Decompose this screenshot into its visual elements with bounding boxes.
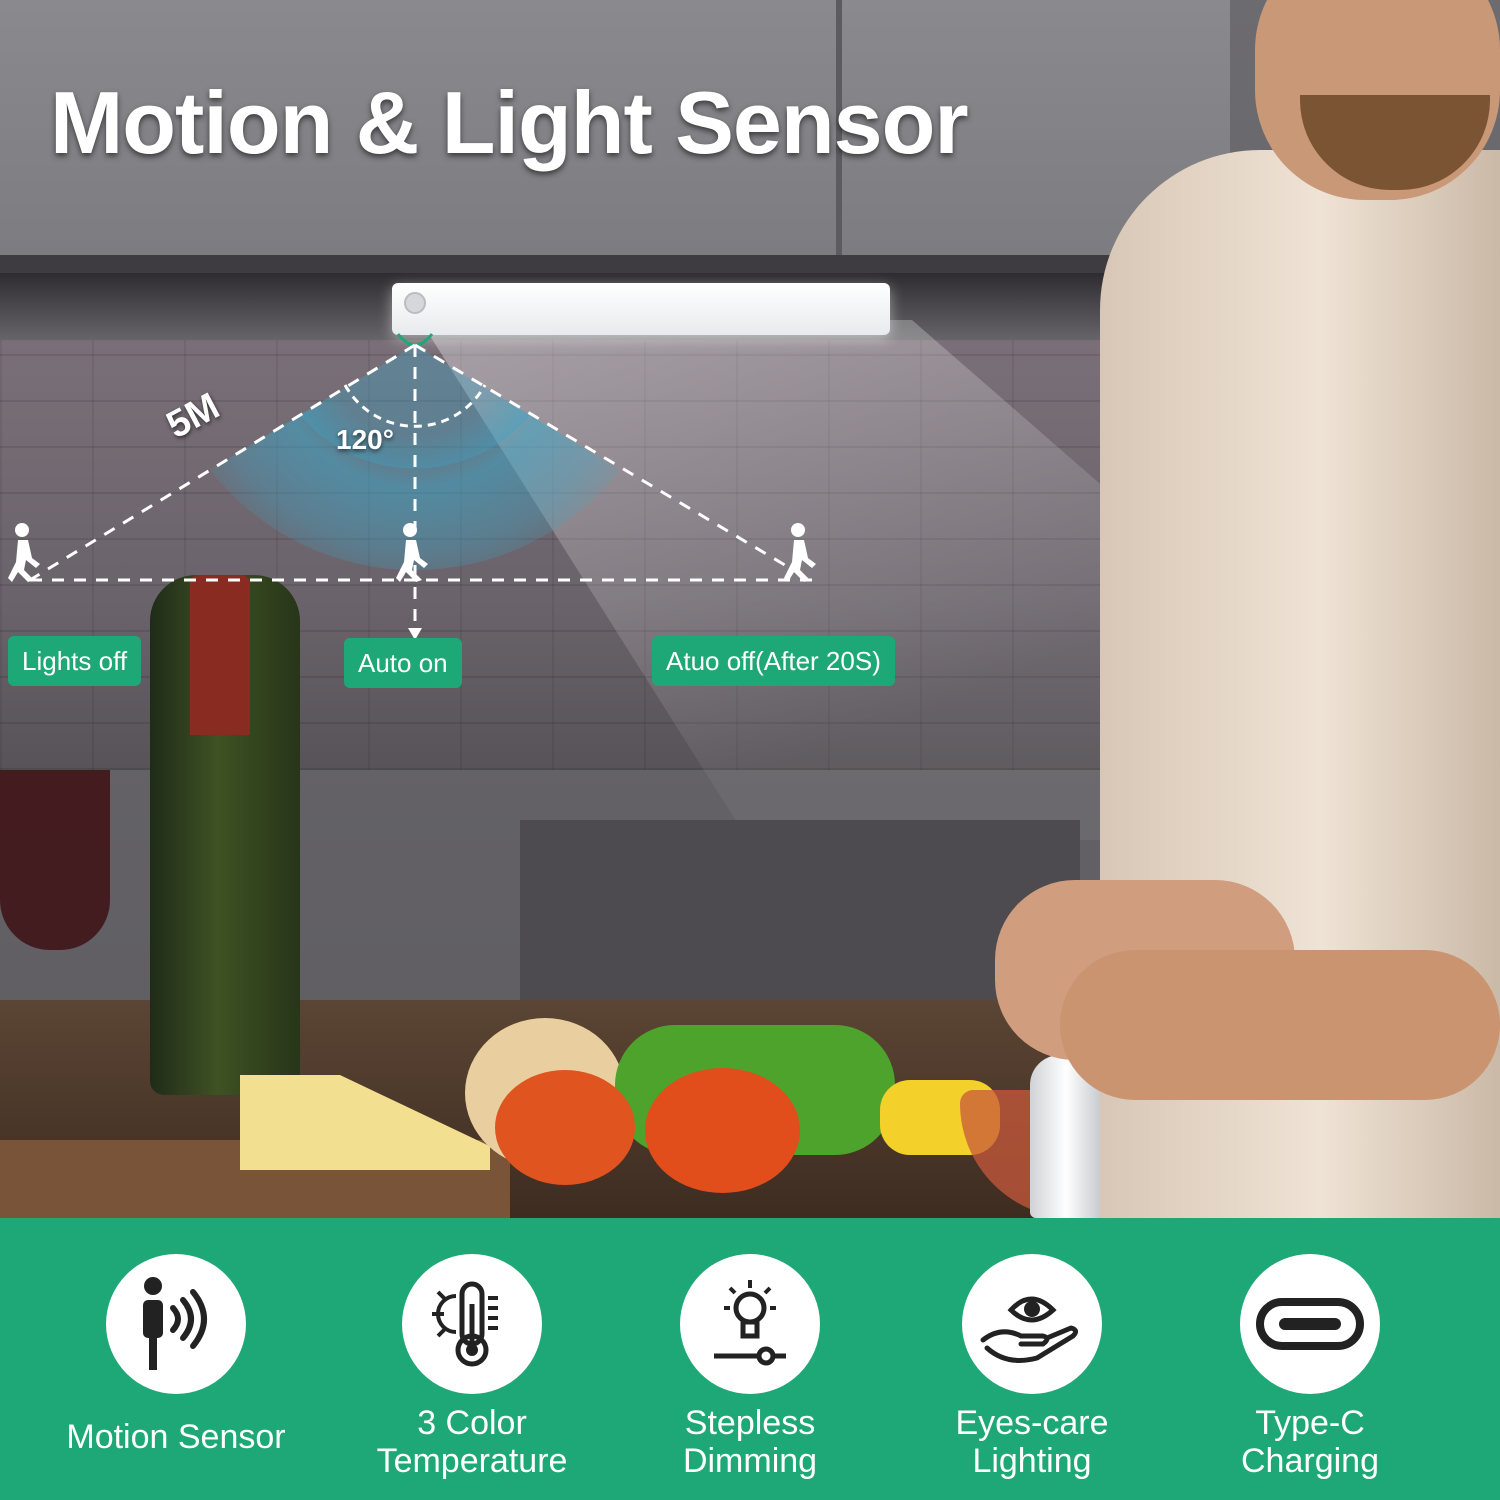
feature-motion-sensor: Motion Sensor	[36, 1218, 316, 1500]
type-c-port-icon	[1240, 1254, 1380, 1394]
tomato-right	[645, 1068, 800, 1193]
feature-color-temperature: 3 Color Temperature	[332, 1218, 612, 1500]
feature-label-line2: Dimming	[682, 1442, 818, 1480]
feature-stepless-dimming: Stepless Dimming	[610, 1218, 890, 1500]
state-tag-auto-off: Atuo off(After 20S)	[652, 636, 895, 686]
thermometer-icon	[402, 1254, 542, 1394]
motion-sensor-icon	[106, 1254, 246, 1394]
feature-label: 3 Color Temperature	[322, 1404, 622, 1480]
detection-angle-label: 120°	[336, 424, 394, 455]
feature-label-line1: Type-C	[1255, 1404, 1365, 1442]
wine-glass	[0, 770, 110, 950]
walker-left-icon	[8, 523, 40, 582]
feature-type-c: Type-C Charging	[1170, 1218, 1450, 1500]
tomato-left	[495, 1070, 635, 1185]
feature-label-line1: Eyes-care	[955, 1404, 1109, 1442]
state-tag-auto-on: Auto on	[344, 638, 462, 688]
feature-label-line2: Temperature	[376, 1442, 568, 1480]
feature-label: Stepless Dimming	[600, 1404, 900, 1480]
detection-diagram	[8, 333, 820, 640]
feature-label-line1: 3 Color	[417, 1404, 527, 1442]
feature-label-line1: Stepless	[684, 1404, 816, 1442]
dimming-bulb-icon	[680, 1254, 820, 1394]
feature-label-line2: Charging	[1241, 1442, 1379, 1480]
feature-label-line1: Motion Sensor	[66, 1418, 286, 1456]
feature-label: Type-C Charging	[1160, 1404, 1460, 1480]
state-tag-lights-off: Lights off	[8, 636, 142, 686]
eye-hand-icon	[962, 1254, 1102, 1394]
feature-label: Motion Sensor	[26, 1418, 326, 1456]
feature-label-line2: Lighting	[972, 1442, 1092, 1480]
feature-eyes-care: Eyes-care Lighting	[892, 1218, 1172, 1500]
walker-right-icon	[784, 523, 816, 582]
feature-label: Eyes-care Lighting	[882, 1404, 1182, 1480]
features-strip: Motion Sensor 3 Color Temperature Steple…	[0, 1218, 1500, 1500]
person-arm-right	[1060, 950, 1500, 1100]
